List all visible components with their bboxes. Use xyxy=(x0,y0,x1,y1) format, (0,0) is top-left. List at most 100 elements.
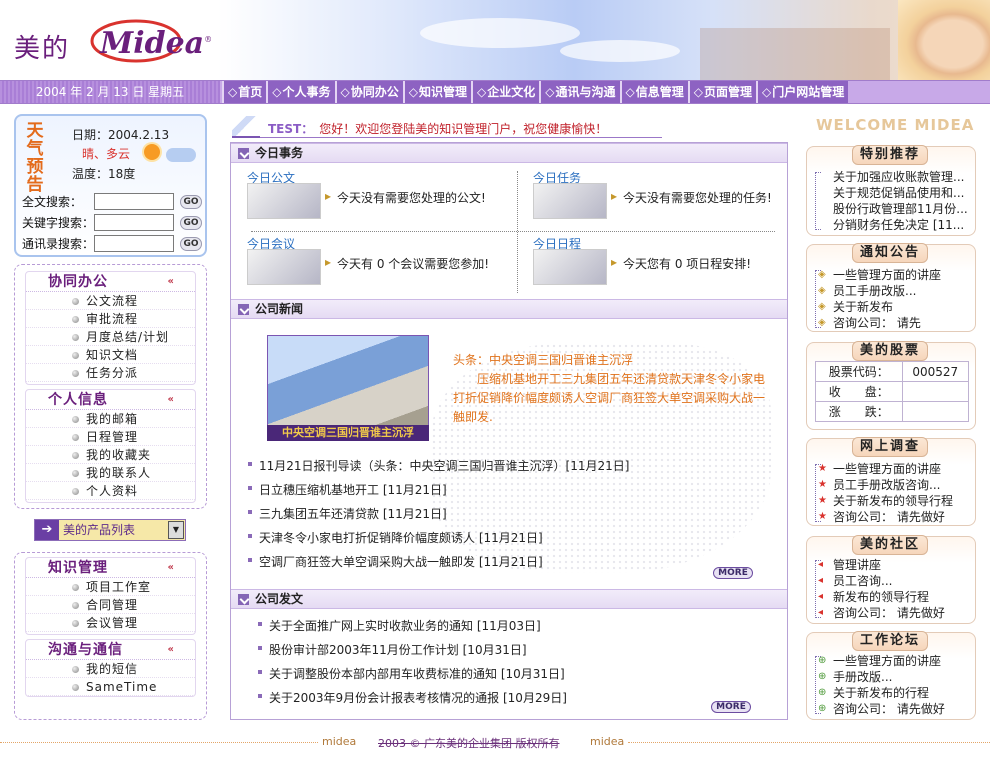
menu-item-monthly-plan[interactable]: 月度总结/计划 xyxy=(26,328,195,346)
handshake-image xyxy=(533,183,607,219)
menu-item-project-room[interactable]: 项目工作室 xyxy=(26,578,195,596)
survey-item[interactable]: ★ 咨询公司： 请先做好 xyxy=(815,509,971,525)
product-list-select[interactable]: ➔ 美的产品列表 ▼ xyxy=(34,519,186,541)
community-item[interactable]: ◂ 咨询公司： 请先做好 xyxy=(815,605,971,621)
nav-portal-admin[interactable]: 门户网站管理 xyxy=(756,81,849,103)
collapse-icon[interactable]: « xyxy=(168,390,175,410)
news-item[interactable]: 天津冬令小家电打折促销降价幅度颇诱人 [11月21日] xyxy=(248,529,543,546)
forum-item[interactable]: ⊕ 咨询公司： 请先做好 xyxy=(815,701,971,717)
nav-home[interactable]: 首页 xyxy=(222,81,267,103)
stock-panel: 美的股票 股票代码： 000527 收 盘： 涨 跌： xyxy=(806,341,976,430)
doc-item[interactable]: 关于全面推广网上实时收款业务的通知 [11月03日] xyxy=(258,617,541,634)
special-panel: 特别推荐 关于加强应收账款管理... 关于规范促销品使用和... 股份行政管理部… xyxy=(806,145,976,236)
menu-item-sms[interactable]: 我的短信 xyxy=(26,660,195,678)
fulltext-search-row: 全文搜索： GO xyxy=(22,192,206,211)
today-schedule[interactable]: 今日日程 今天您有 0 项日程安排! xyxy=(525,235,795,295)
dropdown-arrow-icon[interactable]: ▼ xyxy=(168,521,184,539)
menu-item-contracts[interactable]: 合同管理 xyxy=(26,596,195,614)
special-item[interactable]: 关于规范促销品使用和... xyxy=(815,185,971,201)
contacts-search-input[interactable] xyxy=(94,235,174,252)
news-item[interactable]: 11月21日报刊导读（头条：中央空调三国归晋谁主沉浮）[11月21日] xyxy=(247,457,629,474)
menu-item-task-assign[interactable]: 任务分派 xyxy=(26,364,195,382)
nav-info[interactable]: 信息管理 xyxy=(619,81,688,103)
globe-icon: ⊕ xyxy=(818,703,827,714)
menu-item-favorites[interactable]: 我的收藏夹 xyxy=(26,446,195,464)
company-news-title: 公司新闻 xyxy=(231,299,787,319)
news-item[interactable]: 三九集团五年还清贷款 [11月21日] xyxy=(248,505,447,522)
menu-item-schedule[interactable]: 日程管理 xyxy=(26,428,195,446)
collapse-icon[interactable]: « xyxy=(168,272,175,292)
headline-text[interactable]: 头条：中央空调三国归晋谁主沉浮 压缩机基地开工三九集团五年还清贷款天津冬令小家电… xyxy=(453,351,771,427)
community-item[interactable]: ◂ 员工咨询... xyxy=(815,573,971,589)
today-tasks[interactable]: 今日任务 今天没有需要您处理的任务! xyxy=(525,169,795,229)
nav-knowledge[interactable]: 知识管理 xyxy=(402,81,471,103)
special-item[interactable]: 关于加强应收账款管理... xyxy=(815,169,971,185)
star-icon: ★ xyxy=(818,463,827,474)
survey-item[interactable]: ★ 关于新发布的领导行程 xyxy=(815,493,971,509)
menu-item-doc-flow[interactable]: 公文流程 xyxy=(26,292,195,310)
news-photo[interactable] xyxy=(267,335,429,439)
notice-item[interactable]: ◈ 一些管理方面的讲座 xyxy=(815,267,971,283)
menu-item-sametime[interactable]: SameTime xyxy=(26,678,195,696)
footer-brand-right: midea xyxy=(590,735,625,748)
keyword-go-button[interactable]: GO xyxy=(180,215,202,230)
flag-icon: ◂ xyxy=(818,607,824,618)
banner-woman-image xyxy=(898,0,990,80)
news-photo-caption[interactable]: 中央空调三国归晋谁主沉浮 xyxy=(267,425,429,441)
today-docs[interactable]: 今日公文 今天没有需要您处理的公文! xyxy=(239,169,509,229)
nav-communication[interactable]: 通讯与沟通 xyxy=(539,81,620,103)
nav-page-admin[interactable]: 页面管理 xyxy=(687,81,756,103)
nav-personal[interactable]: 个人事务 xyxy=(266,81,335,103)
doc-item[interactable]: 关于调整股份本部内部用车收费标准的通知 [10月31日] xyxy=(258,665,565,682)
menu-item-profile[interactable]: 个人资料 xyxy=(26,482,195,500)
today-meetings[interactable]: 今日会议 今天有 0 个会议需要您参加! xyxy=(239,235,509,295)
special-item[interactable]: 分销财务任免决定 [11... xyxy=(815,217,971,233)
keyword-search-input[interactable] xyxy=(94,214,174,231)
stock-label: 涨 跌： xyxy=(815,401,903,422)
notice-item[interactable]: ◈ 关于新发布 xyxy=(815,299,971,315)
forum-item[interactable]: ⊕ 手册改版... xyxy=(815,669,971,685)
book-icon xyxy=(232,116,260,138)
news-item[interactable]: 空调厂商狂签大单空调采购大战一触即发 [11月21日] xyxy=(248,553,543,570)
survey-item[interactable]: ★ 员工手册改版咨询... xyxy=(815,477,971,493)
flag-icon: ◂ xyxy=(818,575,824,586)
community-item[interactable]: ◂ 管理讲座 xyxy=(815,557,971,573)
special-item[interactable]: 股份行政管理部11月份... xyxy=(815,201,971,217)
left-menu-panel-2: 知识管理 « 项目工作室 合同管理 会议管理 沟通与通信 « 我的短信 SameTi… xyxy=(14,552,207,720)
collapse-icon[interactable]: « xyxy=(168,640,175,660)
forum-item[interactable]: ⊕ 一些管理方面的讲座 xyxy=(815,653,971,669)
survey-item[interactable]: ★ 一些管理方面的讲座 xyxy=(815,461,971,477)
stock-title: 美的股票 xyxy=(852,341,928,361)
menu-item-meetings[interactable]: 会议管理 xyxy=(26,614,195,632)
collab-title: 协同办公 « xyxy=(26,272,195,292)
menu-item-mailbox[interactable]: 我的邮箱 xyxy=(26,410,195,428)
notice-item[interactable]: ◈ 咨询公司： 请先 xyxy=(815,315,971,331)
docs-more-button[interactable]: MORE xyxy=(711,701,751,713)
weather-search-box: 天气预告 日期：2004.2.13 晴、多云 温度：18度 全文搜索： GO 关… xyxy=(14,114,207,257)
forum-item[interactable]: ⊕ 关于新发布的行程 xyxy=(815,685,971,701)
fulltext-go-button[interactable]: GO xyxy=(180,194,202,209)
community-item[interactable]: ◂ 新发布的领导行程 xyxy=(815,589,971,605)
fulltext-search-input[interactable] xyxy=(94,193,174,210)
date-display: 2004 年 2 月 13 日 星期五 xyxy=(0,81,220,103)
news-item[interactable]: 日立穗压缩机基地开工 [11月21日] xyxy=(248,481,447,498)
notice-panel: 通知公告 ◈ 一些管理方面的讲座 ◈ 员工手册改版... ◈ 关于新发布 ◈ 咨询公司：… xyxy=(806,243,976,332)
flag-icon: ◂ xyxy=(818,559,824,570)
menu-item-approval-flow[interactable]: 审批流程 xyxy=(26,310,195,328)
survey-list: ★ 一些管理方面的讲座 ★ 员工手册改版咨询... ★ 关于新发布的领导行程 ★ 咨询公… xyxy=(815,461,971,525)
personal-box: 个人信息 « 我的邮箱 日程管理 我的收藏夹 我的联系人 个人资料 xyxy=(25,389,196,503)
collapse-icon[interactable]: « xyxy=(168,558,175,578)
doc-item[interactable]: 关于2003年9月份会计报表考核情况的通报 [10月29日] xyxy=(258,689,567,706)
special-title: 特别推荐 xyxy=(852,145,928,165)
product-list-label: 美的产品列表 xyxy=(63,523,136,537)
doc-item[interactable]: 股份审计部2003年11月份工作计划 [10月31日] xyxy=(258,641,527,658)
fulltext-search-label: 全文搜索： xyxy=(22,195,83,209)
news-more-button[interactable]: MORE xyxy=(713,567,753,579)
car-image xyxy=(533,249,607,285)
nav-culture[interactable]: 企业文化 xyxy=(471,81,540,103)
contacts-go-button[interactable]: GO xyxy=(180,236,202,251)
menu-item-contacts[interactable]: 我的联系人 xyxy=(26,464,195,482)
notice-item[interactable]: ◈ 员工手册改版... xyxy=(815,283,971,299)
menu-item-knowledge-docs[interactable]: 知识文档 xyxy=(26,346,195,364)
nav-collab[interactable]: 协同办公 xyxy=(334,81,403,103)
